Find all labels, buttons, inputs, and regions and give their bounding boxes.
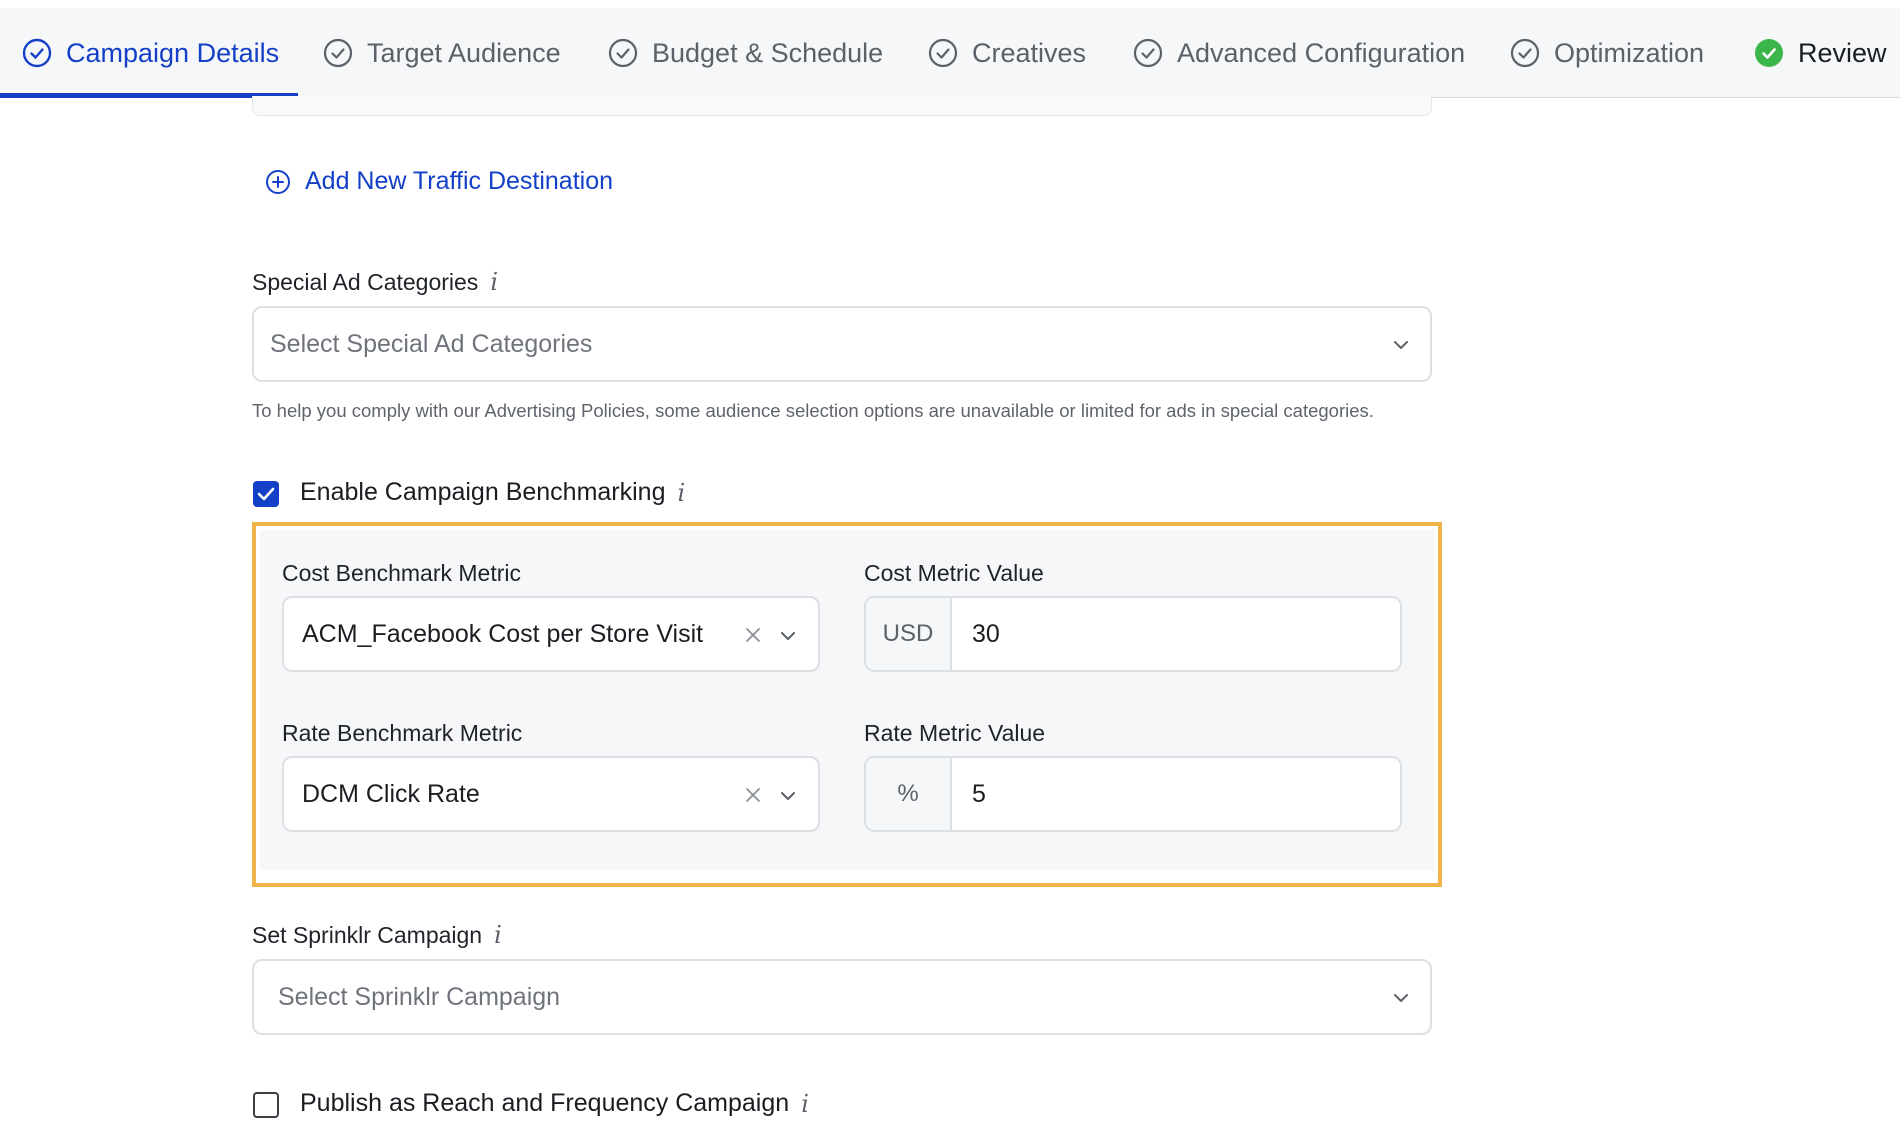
reach-frequency-checkbox[interactable]	[253, 1092, 279, 1118]
step-label: Budget & Schedule	[652, 37, 884, 68]
step-budget-schedule[interactable]: Budget & Schedule	[608, 8, 883, 98]
previous-field-edge	[252, 96, 1432, 116]
cost-metric-value-input[interactable]: USD 30	[864, 596, 1402, 672]
cost-benchmark-metric-value: ACM_Facebook Cost per Store Visit	[302, 619, 704, 648]
benchmarking-checkbox[interactable]	[253, 481, 279, 507]
add-traffic-destination-link[interactable]: Add New Traffic Destination	[265, 167, 613, 196]
check-circle-icon	[928, 38, 958, 68]
benchmarking-label: Enable Campaign Benchmarking i	[300, 478, 685, 507]
cost-benchmark-metric-select[interactable]: ACM_Facebook Cost per Store Visit	[282, 596, 820, 672]
step-review[interactable]: Review	[1754, 8, 1887, 98]
plus-circle-icon	[265, 169, 291, 195]
special-ad-categories-text: Special Ad Categories	[252, 268, 479, 295]
rate-metric-value[interactable]: 5	[952, 758, 1400, 830]
cost-metric-value[interactable]: 30	[952, 598, 1400, 670]
reach-frequency-text: Publish as Reach and Frequency Campaign	[300, 1089, 790, 1117]
rate-metric-value-label: Rate Metric Value	[864, 720, 1046, 746]
stepper-bar: Campaign Details Target Audience Budget …	[0, 8, 1900, 98]
sprinklr-campaign-select[interactable]: Select Sprinklr Campaign	[252, 959, 1432, 1035]
step-label: Advanced Configuration	[1177, 37, 1466, 68]
check-circle-icon	[1510, 38, 1540, 68]
cost-metric-value-label: Cost Metric Value	[864, 560, 1044, 586]
sprinklr-campaign-text: Set Sprinklr Campaign	[252, 921, 483, 948]
special-ad-categories-placeholder: Select Special Ad Categories	[270, 329, 593, 358]
step-optimization[interactable]: Optimization	[1510, 8, 1704, 98]
special-ad-categories-label: Special Ad Categories i	[252, 268, 498, 296]
currency-prefix: USD	[866, 598, 952, 670]
step-label: Target Audience	[367, 37, 561, 68]
percent-prefix: %	[866, 758, 952, 830]
reach-frequency-label: Publish as Reach and Frequency Campaign …	[300, 1089, 809, 1118]
step-label: Optimization	[1554, 37, 1705, 68]
info-icon[interactable]: i	[490, 268, 498, 296]
check-circle-icon	[1133, 38, 1163, 68]
step-label: Review	[1798, 37, 1887, 68]
rate-benchmark-metric-value: DCM Click Rate	[302, 779, 480, 808]
special-ad-helper-text: To help you comply with our Advertising …	[252, 400, 1374, 421]
step-advanced-configuration[interactable]: Advanced Configuration	[1133, 8, 1465, 98]
add-traffic-destination-label: Add New Traffic Destination	[305, 167, 614, 195]
step-creatives[interactable]: Creatives	[928, 8, 1086, 98]
check-circle-icon	[608, 38, 638, 68]
step-label: Creatives	[972, 37, 1087, 68]
step-target-audience[interactable]: Target Audience	[323, 8, 561, 98]
clear-icon[interactable]	[742, 784, 764, 806]
sprinklr-campaign-label: Set Sprinklr Campaign i	[252, 921, 502, 949]
chevron-down-icon	[1390, 987, 1412, 1009]
step-campaign-details[interactable]: Campaign Details	[22, 8, 279, 98]
info-icon[interactable]: i	[801, 1090, 809, 1118]
special-ad-categories-select[interactable]: Select Special Ad Categories	[252, 306, 1432, 382]
sprinklr-campaign-placeholder: Select Sprinklr Campaign	[278, 982, 561, 1011]
chevron-down-icon	[1390, 334, 1412, 356]
checkmark-icon	[257, 487, 275, 501]
benchmarking-text: Enable Campaign Benchmarking	[300, 478, 666, 506]
check-circle-icon	[323, 38, 353, 68]
check-circle-filled-icon	[1754, 38, 1784, 68]
rate-benchmark-metric-label: Rate Benchmark Metric	[282, 720, 523, 746]
cost-benchmark-metric-label: Cost Benchmark Metric	[282, 560, 522, 586]
info-icon[interactable]: i	[494, 921, 502, 949]
chevron-down-icon	[778, 624, 798, 644]
chevron-down-icon	[778, 784, 798, 804]
check-circle-icon	[22, 38, 52, 68]
rate-benchmark-metric-select[interactable]: DCM Click Rate	[282, 756, 820, 832]
info-icon[interactable]: i	[678, 479, 686, 507]
rate-metric-value-input[interactable]: % 5	[864, 756, 1402, 832]
clear-icon[interactable]	[742, 624, 764, 646]
step-label: Campaign Details	[66, 37, 280, 68]
